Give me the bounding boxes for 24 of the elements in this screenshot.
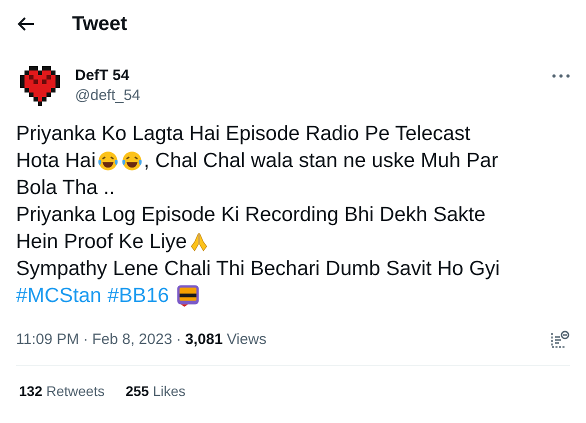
author-name[interactable]: DefT 54 bbox=[75, 67, 140, 84]
views-count: 3,081 bbox=[185, 330, 223, 348]
avatar-heart-icon[interactable] bbox=[20, 66, 60, 106]
tweet-text: Bola Tha .. bbox=[16, 175, 115, 201]
stat-link[interactable]: 132 Retweets bbox=[16, 383, 105, 399]
tweet-text: Hein Proof Ke Liye bbox=[16, 229, 187, 255]
stat-link[interactable]: 255 Likes bbox=[122, 383, 186, 399]
page-title: Tweet bbox=[72, 12, 128, 36]
tweet-text: Priyanka Log Episode Ki Recording Bhi Dekh Sakte bbox=[16, 202, 486, 228]
more-options-icon[interactable] bbox=[552, 74, 570, 78]
tweet-text: Sympathy Lene Chali Thi Bechari Dumb Savit Ho Gyi bbox=[16, 256, 500, 282]
tweet-time[interactable]: 11:09 PM bbox=[16, 330, 80, 348]
laughing-tears-emoji-icon bbox=[120, 150, 143, 172]
separator-dot: · bbox=[83, 330, 88, 348]
tweet-date[interactable]: Feb 8, 2023 bbox=[92, 330, 172, 348]
laughing-tears-emoji-icon bbox=[96, 150, 119, 172]
author-handle[interactable]: @deft_54 bbox=[75, 87, 140, 104]
separator-dot: · bbox=[176, 330, 182, 348]
badge-emoji-icon bbox=[176, 284, 200, 308]
tweet-text: Priyanka Ko Lagta Hai Episode Radio Pe Telecast bbox=[16, 121, 470, 147]
views-label: Views bbox=[226, 330, 266, 348]
tweet-text: , Chal Chal wala stan ne uske Muh Par bbox=[144, 148, 498, 174]
analytics-icon[interactable] bbox=[550, 329, 570, 349]
tweet-text: Hota Hai bbox=[16, 148, 96, 174]
